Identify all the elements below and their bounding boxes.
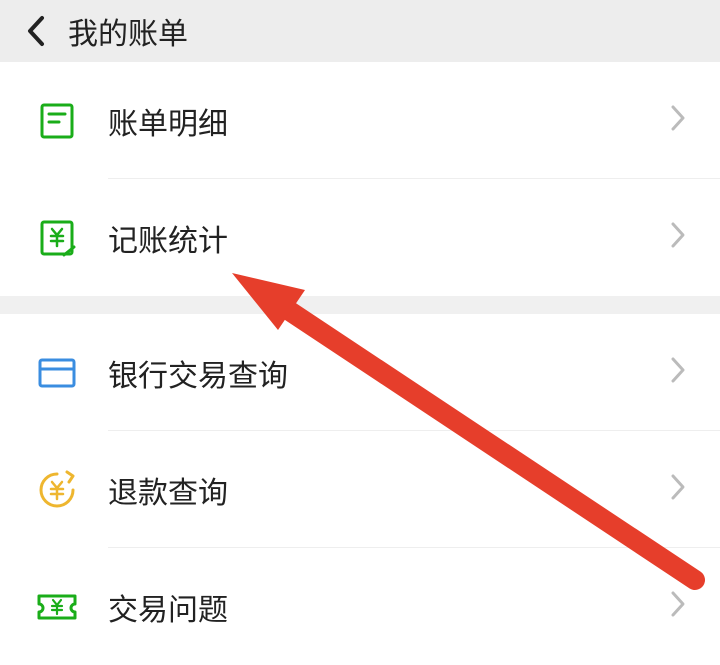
card-icon <box>36 352 78 394</box>
row-label: 记账统计 <box>108 216 670 260</box>
row-label: 退款查询 <box>108 468 670 512</box>
section-2: 银行交易查询 退款查询 交易问题 <box>0 314 720 665</box>
chevron-right-icon <box>670 221 692 254</box>
page-title: 我的账单 <box>68 9 188 53</box>
chevron-right-icon <box>670 473 692 506</box>
chevron-right-icon <box>670 356 692 389</box>
header: 我的账单 <box>0 0 720 62</box>
row-label: 银行交易查询 <box>108 351 670 395</box>
document-icon <box>36 100 78 142</box>
yen-receipt-icon <box>36 217 78 259</box>
row-transaction-issues[interactable]: 交易问题 <box>0 548 720 665</box>
chevron-right-icon <box>670 104 692 137</box>
row-bill-details[interactable]: 账单明细 <box>0 62 720 179</box>
row-label: 账单明细 <box>108 99 670 143</box>
chevron-left-icon <box>26 15 46 47</box>
ticket-yen-icon <box>36 586 78 628</box>
row-label: 交易问题 <box>108 585 670 629</box>
row-accounting-stats[interactable]: 记账统计 <box>0 179 720 296</box>
back-button[interactable] <box>18 13 54 49</box>
row-bank-transaction-query[interactable]: 银行交易查询 <box>0 314 720 431</box>
section-1: 账单明细 记账统计 <box>0 62 720 296</box>
row-refund-query[interactable]: 退款查询 <box>0 431 720 548</box>
refund-icon <box>36 469 78 511</box>
chevron-right-icon <box>670 590 692 623</box>
